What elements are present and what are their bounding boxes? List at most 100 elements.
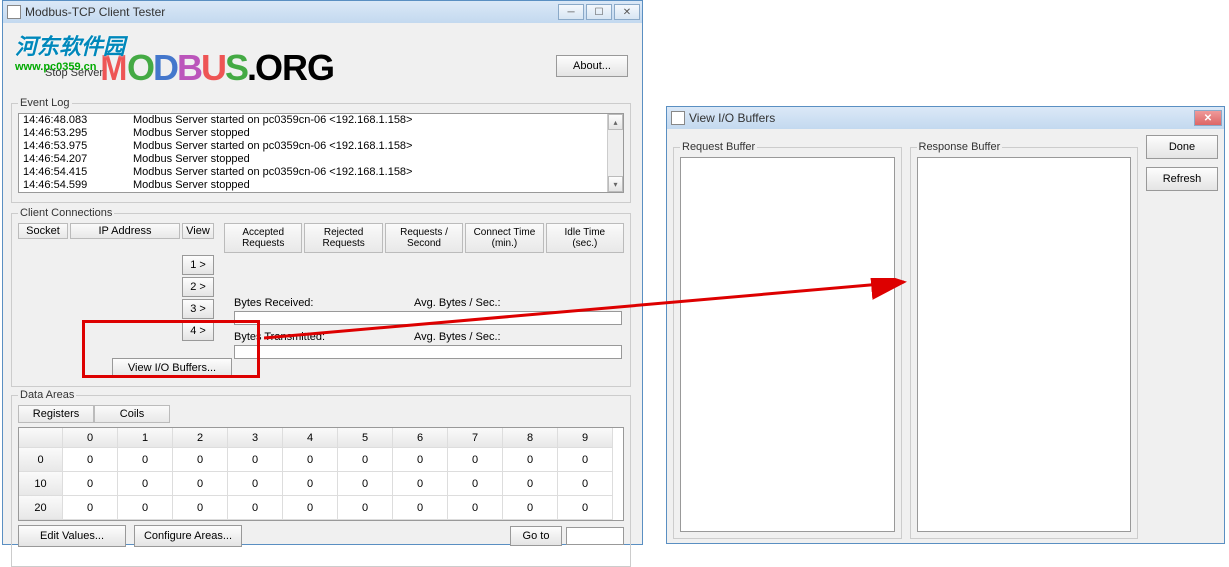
response-buffer[interactable] [917, 157, 1132, 532]
event-log-legend: Event Log [18, 97, 72, 109]
col-header[interactable]: 5 [338, 428, 393, 448]
close-button[interactable]: ✕ [614, 4, 640, 20]
tab-registers[interactable]: Registers [18, 405, 94, 423]
done-button[interactable]: Done [1146, 135, 1218, 159]
grid-cell[interactable]: 0 [118, 448, 173, 472]
goto-button[interactable]: Go to [510, 526, 562, 546]
about-button[interactable]: About... [556, 55, 628, 77]
grid-cell[interactable]: 0 [338, 448, 393, 472]
grid-cell[interactable]: 0 [118, 496, 173, 520]
grid-cell[interactable]: 0 [173, 496, 228, 520]
col-header[interactable]: 0 [63, 428, 118, 448]
grid-cell[interactable]: 0 [393, 448, 448, 472]
grid-cell[interactable]: 0 [173, 472, 228, 496]
response-legend: Response Buffer [917, 141, 1003, 153]
grid-cell[interactable]: 0 [63, 448, 118, 472]
bytes-transmitted-bar [234, 345, 622, 359]
app-icon [7, 5, 21, 19]
grid-cell[interactable]: 0 [228, 472, 283, 496]
row-header[interactable]: 0 [19, 448, 63, 472]
data-grid[interactable]: 0123456789 00000000000100000000000200000… [18, 427, 624, 521]
grid-cell[interactable]: 0 [228, 496, 283, 520]
grid-cell[interactable]: 0 [173, 448, 228, 472]
event-row[interactable]: 14:46:54.415Modbus Server started on pc0… [19, 166, 623, 179]
col-header[interactable]: 9 [558, 428, 613, 448]
io-titlebar[interactable]: View I/O Buffers ✕ [667, 107, 1224, 129]
tab-coils[interactable]: Coils [94, 405, 170, 423]
grid-cell[interactable]: 0 [558, 448, 613, 472]
event-scrollbar[interactable]: ▴ ▾ [607, 114, 623, 192]
stat-header[interactable]: Connect Time(min.) [465, 223, 543, 253]
avg-bytes-label2: Avg. Bytes / Sec.: [414, 331, 534, 343]
io-buffers-window: View I/O Buffers ✕ Request Buffer Respon… [666, 106, 1225, 544]
grid-cell[interactable]: 0 [503, 448, 558, 472]
bytes-received-label: Bytes Received: [234, 297, 414, 309]
main-window: Modbus-TCP Client Tester ─ ☐ ✕ 河东软件园 www… [2, 0, 643, 545]
col-header[interactable]: 7 [448, 428, 503, 448]
response-buffer-group: Response Buffer [910, 141, 1139, 539]
grid-cell[interactable]: 0 [448, 472, 503, 496]
maximize-button[interactable]: ☐ [586, 4, 612, 20]
grid-cell[interactable]: 0 [338, 472, 393, 496]
stat-header[interactable]: RejectedRequests [304, 223, 382, 253]
request-legend: Request Buffer [680, 141, 757, 153]
grid-cell[interactable]: 0 [283, 496, 338, 520]
col-header[interactable]: 3 [228, 428, 283, 448]
view-button[interactable]: 1 > [182, 255, 214, 275]
grid-cell[interactable]: 0 [503, 496, 558, 520]
event-row[interactable]: 14:46:48.083Modbus Server started on pc0… [19, 114, 623, 127]
data-legend: Data Areas [18, 389, 76, 401]
stat-header[interactable]: AcceptedRequests [224, 223, 302, 253]
grid-cell[interactable]: 0 [448, 448, 503, 472]
col-header[interactable]: 8 [503, 428, 558, 448]
col-header[interactable]: 2 [173, 428, 228, 448]
col-ip[interactable]: IP Address [70, 223, 180, 239]
grid-cell[interactable]: 0 [63, 472, 118, 496]
grid-cell[interactable]: 0 [118, 472, 173, 496]
grid-cell[interactable]: 0 [503, 472, 558, 496]
grid-cell[interactable]: 0 [448, 496, 503, 520]
grid-cell[interactable]: 0 [393, 496, 448, 520]
refresh-button[interactable]: Refresh [1146, 167, 1218, 191]
grid-cell[interactable]: 0 [63, 496, 118, 520]
grid-cell[interactable]: 0 [558, 496, 613, 520]
grid-cell[interactable]: 0 [338, 496, 393, 520]
io-close-button[interactable]: ✕ [1194, 110, 1222, 126]
col-header[interactable]: 4 [283, 428, 338, 448]
event-row[interactable]: 14:46:53.295Modbus Server stopped [19, 127, 623, 140]
io-app-icon [671, 111, 685, 125]
edit-values-button[interactable]: Edit Values... [18, 525, 126, 547]
data-areas-group: Data Areas Registers Coils 0123456789 00… [11, 389, 631, 567]
stop-server-label[interactable]: Stop Server [45, 67, 103, 79]
grid-cell[interactable]: 0 [283, 472, 338, 496]
scroll-up-icon[interactable]: ▴ [608, 114, 623, 130]
stat-header[interactable]: Requests /Second [385, 223, 463, 253]
configure-areas-button[interactable]: Configure Areas... [134, 525, 242, 547]
minimize-button[interactable]: ─ [558, 4, 584, 20]
bytes-transmitted-label: Bytes Transmitted: [234, 331, 414, 343]
grid-cell[interactable]: 0 [283, 448, 338, 472]
event-log-list[interactable]: 14:46:48.083Modbus Server started on pc0… [18, 113, 624, 193]
main-titlebar[interactable]: Modbus-TCP Client Tester ─ ☐ ✕ [3, 1, 642, 23]
col-socket[interactable]: Socket [18, 223, 68, 239]
grid-cell[interactable]: 0 [228, 448, 283, 472]
event-log-group: Event Log 14:46:48.083Modbus Server star… [11, 97, 631, 203]
stat-header[interactable]: Idle Time(sec.) [546, 223, 624, 253]
col-header[interactable]: 6 [393, 428, 448, 448]
col-header[interactable]: 1 [118, 428, 173, 448]
row-header[interactable]: 20 [19, 496, 63, 520]
scroll-down-icon[interactable]: ▾ [608, 176, 623, 192]
event-row[interactable]: 14:46:54.599Modbus Server stopped [19, 179, 623, 192]
grid-cell[interactable]: 0 [393, 472, 448, 496]
event-row[interactable]: 14:46:53.975Modbus Server started on pc0… [19, 140, 623, 153]
request-buffer-group: Request Buffer [673, 141, 902, 539]
view-button[interactable]: 2 > [182, 277, 214, 297]
request-buffer[interactable] [680, 157, 895, 532]
goto-input[interactable] [566, 527, 624, 545]
col-view[interactable]: View [182, 223, 214, 239]
view-button[interactable]: 3 > [182, 299, 214, 319]
row-header[interactable]: 10 [19, 472, 63, 496]
modbus-logo: MODBUS.ORG [99, 47, 334, 89]
grid-cell[interactable]: 0 [558, 472, 613, 496]
event-row[interactable]: 14:46:54.207Modbus Server stopped [19, 153, 623, 166]
